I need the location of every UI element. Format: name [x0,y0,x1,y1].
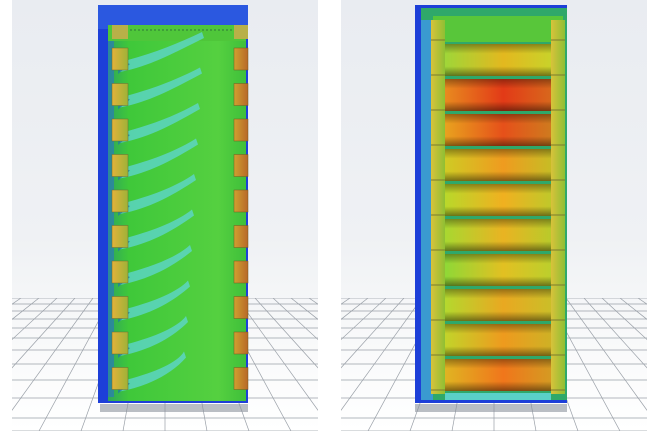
right-module [233,296,249,319]
velocity-contour-panel [12,0,318,431]
base-shadow [415,404,567,412]
cell-shading [445,324,551,356]
corner-block [234,25,248,39]
right-module [233,260,249,284]
right-module [233,367,249,390]
left-module [111,367,129,390]
right-module-bar [551,20,565,394]
left-module [111,154,129,177]
left-module [111,83,129,106]
cell-shading [445,44,551,76]
left-module [111,260,129,284]
cell-shading [445,359,551,391]
cell-shading [445,114,551,146]
left-module [111,296,129,319]
corner-block [112,25,128,39]
left-module [111,118,129,142]
cell-shading [445,289,551,321]
left-module [111,225,129,248]
base-shadow [100,404,248,412]
right-module [233,331,249,355]
left-module [111,47,129,71]
left-module-bar [431,20,445,394]
right-module [233,189,249,213]
cell-shading [445,79,551,111]
temperature-contour-render [415,5,567,412]
cell-shading [445,184,551,216]
left-module [111,331,129,355]
top-plate [433,16,563,42]
cell-shading [445,219,551,251]
cell-shading [445,254,551,286]
velocity-contour-render [98,5,249,412]
bottom-band [445,393,551,400]
temperature-contour-panel [341,0,647,431]
top-channel [108,25,246,41]
cell-shading [445,149,551,181]
right-module [233,154,249,177]
right-module [233,83,249,106]
right-module [233,118,249,142]
right-module [233,225,249,248]
left-module [111,189,129,213]
right-module [233,47,249,71]
